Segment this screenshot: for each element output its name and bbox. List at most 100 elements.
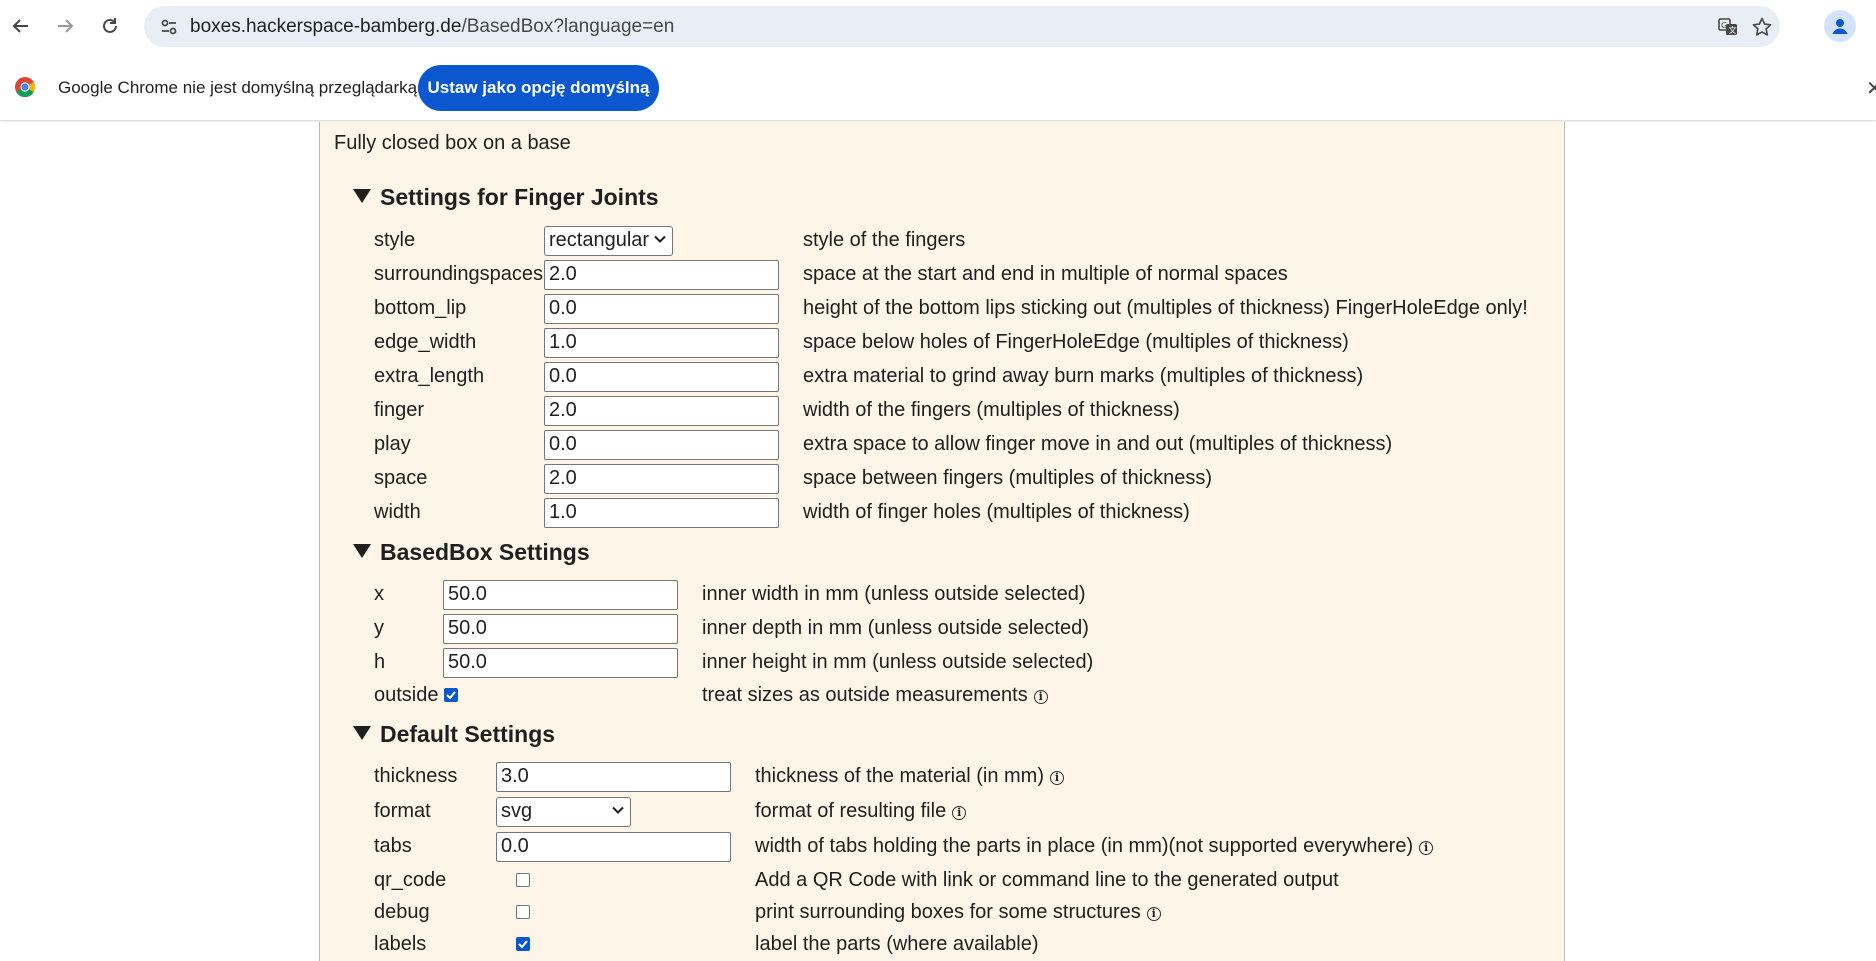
edge-width-input[interactable]: 1.0 xyxy=(544,328,779,358)
setting-row-debug: debug print surrounding boxes for some s… xyxy=(374,898,1554,928)
setting-label: y xyxy=(374,617,384,639)
y-input[interactable]: 50.0 xyxy=(443,614,678,644)
setting-help: extra material to grind away burn marks … xyxy=(803,365,1364,387)
bookmark-star-icon[interactable] xyxy=(1747,12,1776,41)
setting-help: Add a QR Code with link or command line … xyxy=(755,869,1339,891)
setting-label: extra_length xyxy=(374,365,485,387)
play-input[interactable]: 0.0 xyxy=(544,430,779,460)
outside-checkbox[interactable] xyxy=(444,688,458,702)
qr-code-checkbox[interactable] xyxy=(516,873,530,887)
forward-button[interactable] xyxy=(49,10,81,42)
bottom-lip-input[interactable]: 0.0 xyxy=(544,294,779,324)
setting-help-text: print surrounding boxes for some structu… xyxy=(755,901,1141,923)
browser-toolbar: boxes.hackerspace-bamberg.de/BasedBox?la… xyxy=(0,0,1876,54)
setting-row-labels: labels label the parts (where available) xyxy=(374,930,1554,960)
url-text[interactable]: boxes.hackerspace-bamberg.de/BasedBox?la… xyxy=(190,16,674,38)
style-select-value: rectangular xyxy=(549,229,650,251)
chevron-down-icon xyxy=(612,806,624,814)
info-icon[interactable]: i xyxy=(1146,907,1161,921)
setting-label: tabs xyxy=(374,835,412,857)
surroundingspaces-input[interactable]: 2.0 xyxy=(544,260,779,290)
setting-row-style: style rectangular style of the fingers xyxy=(374,226,1554,256)
setting-label: qr_code xyxy=(374,869,447,891)
url-path: /BasedBox?language=en xyxy=(461,16,675,37)
finger-input[interactable]: 2.0 xyxy=(544,396,779,426)
setting-label: format xyxy=(374,800,431,822)
back-arrow-icon xyxy=(12,19,28,33)
reload-button[interactable] xyxy=(94,10,126,42)
h-input[interactable]: 50.0 xyxy=(443,648,678,678)
setting-help: print surrounding boxes for some structu… xyxy=(755,901,1161,924)
setting-help: extra space to allow finger move in and … xyxy=(803,433,1393,455)
extra-length-input[interactable]: 0.0 xyxy=(544,362,779,392)
info-icon[interactable]: i xyxy=(1049,771,1064,785)
setting-help: height of the bottom lips sticking out (… xyxy=(803,297,1528,319)
style-select[interactable]: rectangular xyxy=(544,226,673,256)
setting-label: width xyxy=(374,501,421,523)
setting-row-x: x 50.0 inner width in mm (unless outside… xyxy=(374,580,1554,610)
back-button[interactable] xyxy=(5,10,37,42)
section-finger-joints-title: Settings for Finger Joints xyxy=(380,184,659,210)
setting-label: labels xyxy=(374,933,427,955)
setting-help: width of finger holes (multiples of thic… xyxy=(803,501,1190,523)
setting-row-play: play 0.0 extra space to allow finger mov… xyxy=(374,430,1554,460)
collapse-triangle-icon[interactable] xyxy=(353,189,371,203)
checkmark-icon xyxy=(518,940,528,949)
setting-label: space xyxy=(374,467,428,489)
setting-row-y: y 50.0 inner depth in mm (unless outside… xyxy=(374,614,1554,644)
setting-row-surroundingspaces: surroundingspaces 2.0 space at the start… xyxy=(374,260,1554,290)
info-icon[interactable]: i xyxy=(1033,690,1048,704)
setting-help: label the parts (where available) xyxy=(755,933,1039,955)
setting-help: style of the fingers xyxy=(803,229,966,251)
setting-help: width of tabs holding the parts in place… xyxy=(755,835,1434,858)
set-default-button[interactable]: Ustaw jako opcję domyślną xyxy=(418,65,659,111)
tabs-input[interactable]: 0.0 xyxy=(496,832,731,862)
setting-help: space at the start and end in multiple o… xyxy=(803,263,1288,285)
setting-help: width of the fingers (multiples of thick… xyxy=(803,399,1180,421)
setting-label: finger xyxy=(374,399,425,421)
svg-text:文: 文 xyxy=(1728,25,1736,35)
setting-row-finger: finger 2.0 width of the fingers (multipl… xyxy=(374,396,1554,426)
section-basedbox-header[interactable]: BasedBox Settings xyxy=(353,539,590,566)
space-input[interactable]: 2.0 xyxy=(544,464,779,494)
setting-row-format: format svg format of resulting file i xyxy=(374,797,1554,827)
setting-help: space between fingers (multiples of thic… xyxy=(803,467,1213,489)
setting-label: edge_width xyxy=(374,331,477,353)
settings-panel: Fully closed box on a base Settings for … xyxy=(319,122,1565,961)
setting-label: thickness xyxy=(374,765,458,787)
setting-help: treat sizes as outside measurements i xyxy=(702,684,1048,707)
section-default-title: Default Settings xyxy=(380,721,556,747)
checkmark-icon xyxy=(446,691,456,700)
setting-help: inner depth in mm (unless outside select… xyxy=(702,617,1089,639)
info-icon[interactable]: i xyxy=(952,806,967,820)
setting-row-edge-width: edge_width 1.0 space below holes of Fing… xyxy=(374,328,1554,358)
collapse-triangle-icon[interactable] xyxy=(353,726,371,740)
setting-help: format of resulting file i xyxy=(755,800,967,823)
setting-row-bottom-lip: bottom_lip 0.0 height of the bottom lips… xyxy=(374,294,1554,324)
labels-checkbox[interactable] xyxy=(516,937,530,951)
section-finger-joints-header[interactable]: Settings for Finger Joints xyxy=(353,184,659,211)
box-description: Fully closed box on a base xyxy=(334,132,571,154)
setting-label: x xyxy=(374,583,384,605)
address-bar[interactable]: boxes.hackerspace-bamberg.de/BasedBox?la… xyxy=(144,6,1780,47)
collapse-triangle-icon[interactable] xyxy=(353,544,371,558)
url-host: boxes.hackerspace-bamberg.de xyxy=(190,16,462,37)
profile-avatar-icon[interactable] xyxy=(1824,10,1856,42)
debug-checkbox[interactable] xyxy=(516,905,530,919)
infobar-close-icon[interactable]: ✕ xyxy=(1866,76,1876,100)
forward-arrow-icon xyxy=(58,19,74,33)
setting-row-width: width 1.0 width of finger holes (multipl… xyxy=(374,498,1554,528)
format-select[interactable]: svg xyxy=(496,797,631,827)
section-default-header[interactable]: Default Settings xyxy=(353,721,555,748)
x-input[interactable]: 50.0 xyxy=(443,580,678,610)
info-icon[interactable]: i xyxy=(1419,841,1434,855)
page-content: Fully closed box on a base Settings for … xyxy=(0,122,1876,961)
width-input[interactable]: 1.0 xyxy=(544,498,779,528)
setting-row-extra-length: extra_length 0.0 extra material to grind… xyxy=(374,362,1554,392)
site-info-icon[interactable] xyxy=(154,12,183,41)
svg-text:G: G xyxy=(1721,21,1727,30)
translate-icon[interactable]: G文 xyxy=(1713,12,1742,41)
setting-row-space: space 2.0 space between fingers (multipl… xyxy=(374,464,1554,494)
thickness-input[interactable]: 3.0 xyxy=(496,762,731,792)
setting-label: style xyxy=(374,229,416,251)
